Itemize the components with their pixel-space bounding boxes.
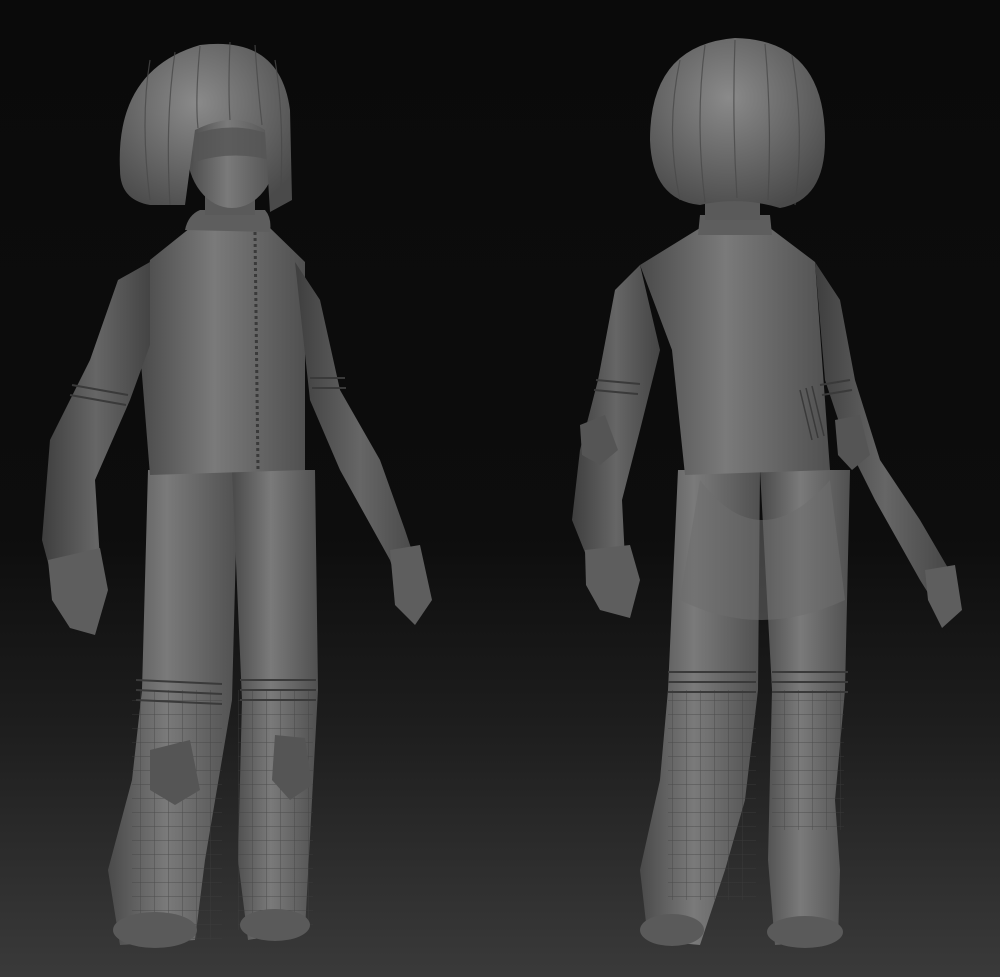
back-right-hand (925, 565, 962, 628)
sculpt-viewport (0, 0, 1000, 977)
sculpt-render (42, 38, 962, 948)
front-jacket (140, 228, 305, 475)
back-left-arm (572, 265, 660, 565)
back-left-hand (585, 545, 640, 618)
front-left-hand (48, 548, 108, 635)
back-jacket (640, 228, 830, 475)
front-right-hand (390, 545, 432, 625)
front-figure (42, 41, 432, 948)
back-figure (572, 38, 962, 948)
